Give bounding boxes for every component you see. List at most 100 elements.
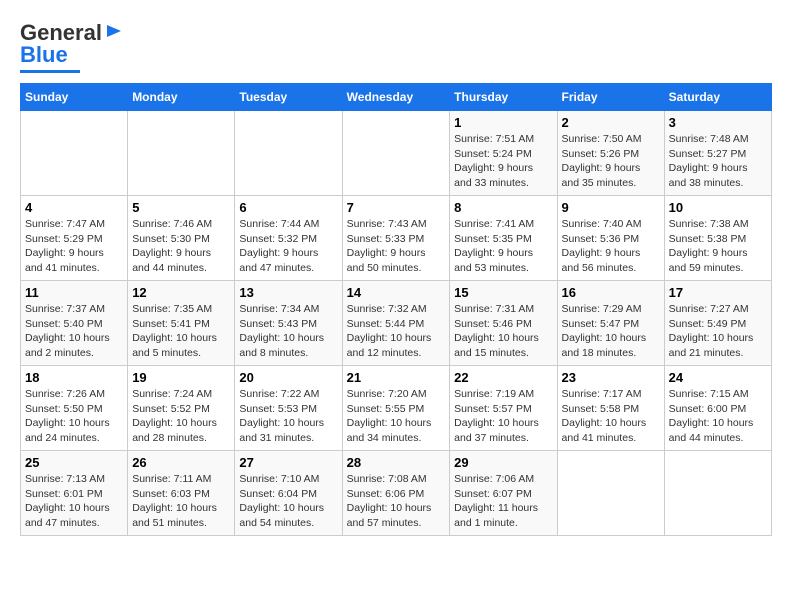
day-info: Sunrise: 7:51 AM Sunset: 5:24 PM Dayligh… <box>454 132 552 191</box>
weekday-header-cell: Thursday <box>450 84 557 111</box>
calendar-cell: 26 Sunrise: 7:11 AM Sunset: 6:03 PM Dayli… <box>128 451 235 536</box>
calendar-cell: 9 Sunrise: 7:40 AM Sunset: 5:36 PM Daylig… <box>557 196 664 281</box>
day-info: Sunrise: 7:13 AM Sunset: 6:01 PM Dayligh… <box>25 472 123 531</box>
weekday-header-cell: Friday <box>557 84 664 111</box>
calendar-body: 1 Sunrise: 7:51 AM Sunset: 5:24 PM Daylig… <box>21 111 772 536</box>
day-info: Sunrise: 7:15 AM Sunset: 6:00 PM Dayligh… <box>669 387 767 446</box>
calendar-cell: 22 Sunrise: 7:19 AM Sunset: 5:57 PM Dayli… <box>450 366 557 451</box>
day-info: Sunrise: 7:46 AM Sunset: 5:30 PM Dayligh… <box>132 217 230 276</box>
day-number: 6 <box>239 200 337 215</box>
day-info: Sunrise: 7:44 AM Sunset: 5:32 PM Dayligh… <box>239 217 337 276</box>
day-number: 15 <box>454 285 552 300</box>
logo: General Blue <box>20 20 123 73</box>
day-number: 26 <box>132 455 230 470</box>
day-number: 16 <box>562 285 660 300</box>
day-info: Sunrise: 7:31 AM Sunset: 5:46 PM Dayligh… <box>454 302 552 361</box>
logo-line <box>20 70 80 73</box>
day-info: Sunrise: 7:24 AM Sunset: 5:52 PM Dayligh… <box>132 387 230 446</box>
calendar-week-row: 18Sunrise: 7:26 AM Sunset: 5:50 PM Dayli… <box>21 366 772 451</box>
calendar-cell <box>21 111 128 196</box>
day-number: 4 <box>25 200 123 215</box>
calendar-cell: 4 Sunrise: 7:47 AM Sunset: 5:29 PM Daylig… <box>21 196 128 281</box>
calendar-cell: 6 Sunrise: 7:44 AM Sunset: 5:32 PM Daylig… <box>235 196 342 281</box>
calendar-cell: 2 Sunrise: 7:50 AM Sunset: 5:26 PM Daylig… <box>557 111 664 196</box>
calendar-week-row: 11 Sunrise: 7:37 AM Sunset: 5:40 PM Dayli… <box>21 281 772 366</box>
calendar-cell: 13 Sunrise: 7:34 AM Sunset: 5:43 PM Dayli… <box>235 281 342 366</box>
calendar-cell: 14Sunrise: 7:32 AM Sunset: 5:44 PM Dayli… <box>342 281 450 366</box>
day-number: 29 <box>454 455 552 470</box>
day-number: 14 <box>347 285 446 300</box>
day-number: 2 <box>562 115 660 130</box>
weekday-header-cell: Wednesday <box>342 84 450 111</box>
weekday-header-cell: Monday <box>128 84 235 111</box>
calendar-cell: 29 Sunrise: 7:06 AM Sunset: 6:07 PM Dayli… <box>450 451 557 536</box>
calendar-cell: 10 Sunrise: 7:38 AM Sunset: 5:38 PM Dayli… <box>664 196 771 281</box>
calendar-cell <box>235 111 342 196</box>
day-info: Sunrise: 7:35 AM Sunset: 5:41 PM Dayligh… <box>132 302 230 361</box>
day-number: 25 <box>25 455 123 470</box>
calendar-cell: 28 Sunrise: 7:08 AM Sunset: 6:06 PM Dayli… <box>342 451 450 536</box>
calendar-cell: 17Sunrise: 7:27 AM Sunset: 5:49 PM Dayli… <box>664 281 771 366</box>
day-number: 28 <box>347 455 446 470</box>
calendar-cell: 19 Sunrise: 7:24 AM Sunset: 5:52 PM Dayli… <box>128 366 235 451</box>
calendar-week-row: 25 Sunrise: 7:13 AM Sunset: 6:01 PM Dayli… <box>21 451 772 536</box>
calendar-cell: 12 Sunrise: 7:35 AM Sunset: 5:41 PM Dayli… <box>128 281 235 366</box>
day-number: 3 <box>669 115 767 130</box>
day-info: Sunrise: 7:37 AM Sunset: 5:40 PM Dayligh… <box>25 302 123 361</box>
day-number: 8 <box>454 200 552 215</box>
day-info: Sunrise: 7:27 AM Sunset: 5:49 PM Dayligh… <box>669 302 767 361</box>
day-number: 9 <box>562 200 660 215</box>
calendar-cell: 8 Sunrise: 7:41 AM Sunset: 5:35 PM Daylig… <box>450 196 557 281</box>
day-info: Sunrise: 7:41 AM Sunset: 5:35 PM Dayligh… <box>454 217 552 276</box>
calendar-cell: 5 Sunrise: 7:46 AM Sunset: 5:30 PM Daylig… <box>128 196 235 281</box>
day-info: Sunrise: 7:22 AM Sunset: 5:53 PM Dayligh… <box>239 387 337 446</box>
weekday-header-cell: Saturday <box>664 84 771 111</box>
day-number: 23 <box>562 370 660 385</box>
day-number: 11 <box>25 285 123 300</box>
day-info: Sunrise: 7:10 AM Sunset: 6:04 PM Dayligh… <box>239 472 337 531</box>
calendar-cell: 20 Sunrise: 7:22 AM Sunset: 5:53 PM Dayli… <box>235 366 342 451</box>
day-number: 19 <box>132 370 230 385</box>
calendar-cell <box>342 111 450 196</box>
day-info: Sunrise: 7:38 AM Sunset: 5:38 PM Dayligh… <box>669 217 767 276</box>
page-header: General Blue <box>20 20 772 73</box>
day-info: Sunrise: 7:19 AM Sunset: 5:57 PM Dayligh… <box>454 387 552 446</box>
day-info: Sunrise: 7:48 AM Sunset: 5:27 PM Dayligh… <box>669 132 767 191</box>
day-number: 12 <box>132 285 230 300</box>
day-number: 22 <box>454 370 552 385</box>
day-info: Sunrise: 7:17 AM Sunset: 5:58 PM Dayligh… <box>562 387 660 446</box>
calendar-cell <box>128 111 235 196</box>
calendar-cell: 11 Sunrise: 7:37 AM Sunset: 5:40 PM Dayli… <box>21 281 128 366</box>
day-info: Sunrise: 7:34 AM Sunset: 5:43 PM Dayligh… <box>239 302 337 361</box>
weekday-header-row: SundayMondayTuesdayWednesdayThursdayFrid… <box>21 84 772 111</box>
calendar-cell: 24Sunrise: 7:15 AM Sunset: 6:00 PM Dayli… <box>664 366 771 451</box>
day-info: Sunrise: 7:47 AM Sunset: 5:29 PM Dayligh… <box>25 217 123 276</box>
day-info: Sunrise: 7:50 AM Sunset: 5:26 PM Dayligh… <box>562 132 660 191</box>
calendar-week-row: 1 Sunrise: 7:51 AM Sunset: 5:24 PM Daylig… <box>21 111 772 196</box>
day-info: Sunrise: 7:11 AM Sunset: 6:03 PM Dayligh… <box>132 472 230 531</box>
day-number: 21 <box>347 370 446 385</box>
calendar-week-row: 4 Sunrise: 7:47 AM Sunset: 5:29 PM Daylig… <box>21 196 772 281</box>
calendar-cell: 15 Sunrise: 7:31 AM Sunset: 5:46 PM Dayli… <box>450 281 557 366</box>
day-info: Sunrise: 7:26 AM Sunset: 5:50 PM Dayligh… <box>25 387 123 446</box>
day-number: 13 <box>239 285 337 300</box>
day-number: 20 <box>239 370 337 385</box>
day-number: 5 <box>132 200 230 215</box>
calendar-cell: 27 Sunrise: 7:10 AM Sunset: 6:04 PM Dayli… <box>235 451 342 536</box>
calendar-cell: 21Sunrise: 7:20 AM Sunset: 5:55 PM Dayli… <box>342 366 450 451</box>
calendar-cell: 18Sunrise: 7:26 AM Sunset: 5:50 PM Dayli… <box>21 366 128 451</box>
day-number: 27 <box>239 455 337 470</box>
weekday-header-cell: Sunday <box>21 84 128 111</box>
day-number: 10 <box>669 200 767 215</box>
day-info: Sunrise: 7:40 AM Sunset: 5:36 PM Dayligh… <box>562 217 660 276</box>
calendar-cell: 16Sunrise: 7:29 AM Sunset: 5:47 PM Dayli… <box>557 281 664 366</box>
calendar-cell: 25 Sunrise: 7:13 AM Sunset: 6:01 PM Dayli… <box>21 451 128 536</box>
logo-arrow-icon <box>105 22 123 45</box>
day-number: 7 <box>347 200 446 215</box>
day-info: Sunrise: 7:06 AM Sunset: 6:07 PM Dayligh… <box>454 472 552 531</box>
day-info: Sunrise: 7:08 AM Sunset: 6:06 PM Dayligh… <box>347 472 446 531</box>
day-info: Sunrise: 7:43 AM Sunset: 5:33 PM Dayligh… <box>347 217 446 276</box>
day-number: 1 <box>454 115 552 130</box>
calendar-cell <box>664 451 771 536</box>
logo-blue-text: Blue <box>20 42 68 68</box>
